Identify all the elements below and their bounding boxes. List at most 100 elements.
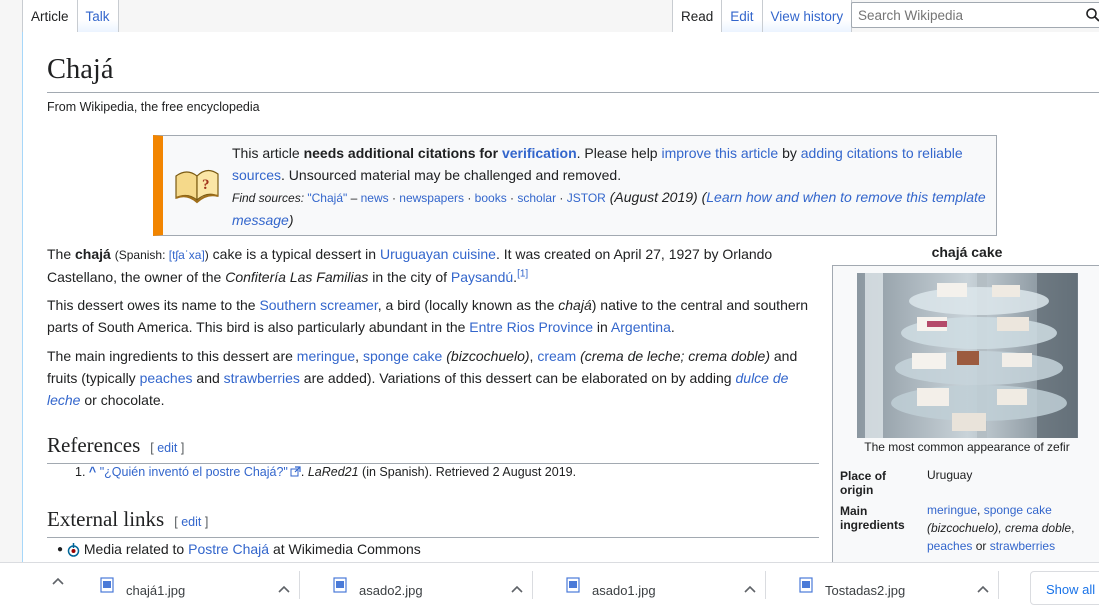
image-caption: The most common appearance of zefir	[864, 440, 1070, 454]
label-place-of-origin: Place of origin	[840, 469, 887, 497]
text-bizcochuelo: (bizcochuelo)	[927, 521, 999, 535]
reference-rest: (in Spanish). Retrieved 2 August 2019.	[358, 465, 577, 479]
chevron-up-icon[interactable]	[977, 585, 989, 593]
text: .	[670, 319, 675, 335]
tab-read[interactable]: Read	[672, 0, 723, 33]
tab-article[interactable]: Article	[22, 0, 78, 33]
tab-view-history[interactable]: View history	[762, 0, 853, 33]
link-cream[interactable]: cream	[537, 348, 576, 364]
chevron-up-icon[interactable]	[278, 585, 290, 593]
download-item[interactable]: chajá1.jpg	[80, 571, 300, 599]
link-meringue-infobox[interactable]: meringue	[927, 503, 977, 517]
page-title: Chajá	[47, 52, 1099, 93]
external-links-list: ● Media related to Postre Chajá at Wikim…	[57, 541, 421, 557]
download-item[interactable]: asado1.jpg	[546, 571, 766, 599]
link-scholar[interactable]: scholar	[517, 191, 556, 205]
reference-title-link[interactable]: "¿Quién inventó el postre Chajá?"	[100, 465, 288, 479]
text-crema-doble: , crema doble	[998, 521, 1072, 535]
edit-section-link[interactable]: edit	[181, 515, 201, 529]
chevron-up-icon[interactable]	[52, 577, 64, 585]
cake-display-photo[interactable]	[857, 273, 1078, 438]
find-sources-dash: –	[347, 191, 361, 205]
commons-logo-icon	[67, 543, 80, 557]
notice-date: (August 2019)	[609, 189, 698, 205]
edit-section-link[interactable]: edit	[157, 441, 177, 455]
link-argentina[interactable]: Argentina	[611, 319, 671, 335]
text: The	[47, 246, 76, 262]
link-peaches[interactable]: peaches	[140, 370, 193, 386]
value-place-of-origin: Uruguay	[927, 468, 973, 482]
link-verification[interactable]: verification	[502, 145, 577, 161]
search-box[interactable]	[851, 2, 1099, 28]
link-find-chaja[interactable]: "Chajá"	[307, 191, 347, 205]
text-confiteria: Confitería Las Familias	[225, 269, 369, 285]
reference-site: LaRed21	[307, 465, 359, 479]
download-item[interactable]: Tostadas2.jpg	[779, 571, 999, 599]
show-all-button[interactable]: Show all	[1030, 571, 1099, 605]
reference-backlink[interactable]: ^	[89, 465, 96, 479]
infobox-title: chajá cake	[931, 244, 1003, 260]
link-peaches-infobox[interactable]: peaches	[927, 539, 972, 553]
text: Spanish:	[118, 248, 169, 262]
view-tabs: Read Edit View history	[672, 0, 853, 33]
text: cake is a typical dessert in	[208, 246, 380, 262]
link-southern-screamer[interactable]: Southern screamer	[259, 297, 377, 313]
text: are added). Variations of this dessert c…	[299, 370, 736, 386]
link-entre-rios[interactable]: Entre Rios Province	[469, 319, 593, 335]
text: or chocolate.	[80, 392, 165, 408]
link-strawberries-infobox[interactable]: strawberries	[990, 539, 1055, 553]
download-filename: asado2.jpg	[359, 583, 423, 598]
text: in the city of	[368, 269, 451, 285]
heading-external-text: External links	[47, 507, 165, 531]
external-link-icon	[290, 466, 301, 477]
download-item[interactable]: asado2.jpg	[313, 571, 533, 599]
chevron-up-icon[interactable]	[511, 585, 523, 593]
link-books[interactable]: books	[475, 191, 507, 205]
text: crema de leche; crema doble	[584, 348, 766, 364]
text: bizcochuelo	[450, 348, 525, 364]
link-meringue[interactable]: meringue	[297, 348, 355, 364]
label-main-ingredients: Main ingredients	[840, 504, 905, 532]
link-jstor[interactable]: JSTOR	[567, 191, 606, 205]
paragraph-ingredients: The main ingredients to this dessert are…	[47, 348, 798, 408]
search-icon[interactable]	[1086, 8, 1099, 22]
heading-references-text: References	[47, 433, 141, 457]
link-sponge-cake[interactable]: sponge cake	[363, 348, 442, 364]
link-strawberries[interactable]: strawberries	[224, 370, 300, 386]
link-news[interactable]: news	[361, 191, 389, 205]
svg-text:?: ?	[202, 177, 210, 193]
text: at Wikimedia Commons	[269, 541, 421, 557]
value-main-ingredients: meringue, sponge cake (bizcochuelo), cre…	[927, 503, 1075, 553]
text: and	[192, 370, 224, 386]
namespace-tabs: Article Talk	[22, 0, 119, 33]
text: Media related to	[83, 541, 189, 557]
tab-talk[interactable]: Talk	[77, 0, 119, 33]
download-bar: chajá1.jpg asado2.jpg asado1.jpg Tostada…	[0, 562, 1099, 605]
citation-link[interactable]: [1]	[517, 268, 528, 279]
link-postre-chaja[interactable]: Postre Chajá	[188, 541, 269, 557]
link-newspapers[interactable]: newspapers	[399, 191, 464, 205]
search-input[interactable]	[852, 3, 1072, 27]
text-chaja-italic: chajá	[558, 297, 592, 313]
text: The main ingredients to this dessert are	[47, 348, 297, 364]
chevron-up-icon[interactable]	[744, 585, 756, 593]
link-paysandu[interactable]: Paysandú	[451, 269, 513, 285]
text: ,	[355, 348, 363, 364]
text: , a bird (locally known as the	[377, 297, 559, 313]
link-ipa[interactable]: [tʃaˈxa]	[169, 248, 205, 262]
citation-notice: ? This article needs additional citation…	[153, 135, 997, 236]
paragraph-intro: The chajá (Spanish: [tʃaˈxa]) cake is a …	[47, 246, 773, 285]
image-file-icon	[100, 577, 114, 593]
notice-text-bold: needs additional citations for	[303, 145, 502, 161]
link-sponge-cake-infobox[interactable]: sponge cake	[984, 503, 1052, 517]
tagline: From Wikipedia, the free encyclopedia	[47, 100, 260, 114]
text-or: or	[972, 539, 990, 553]
link-improve-article[interactable]: improve this article	[661, 145, 778, 161]
image-file-icon	[566, 577, 580, 593]
notice-text: This article needs additional citations …	[232, 145, 986, 228]
link-uruguayan-cuisine[interactable]: Uruguayan cuisine	[380, 246, 496, 262]
download-filename: Tostadas2.jpg	[825, 583, 906, 598]
notice-text-4: . Unsourced material may be challenged a…	[281, 167, 622, 183]
tab-edit[interactable]: Edit	[722, 0, 763, 33]
reference-list: 1. ^ "¿Quién inventó el postre Chajá?". …	[75, 465, 577, 479]
